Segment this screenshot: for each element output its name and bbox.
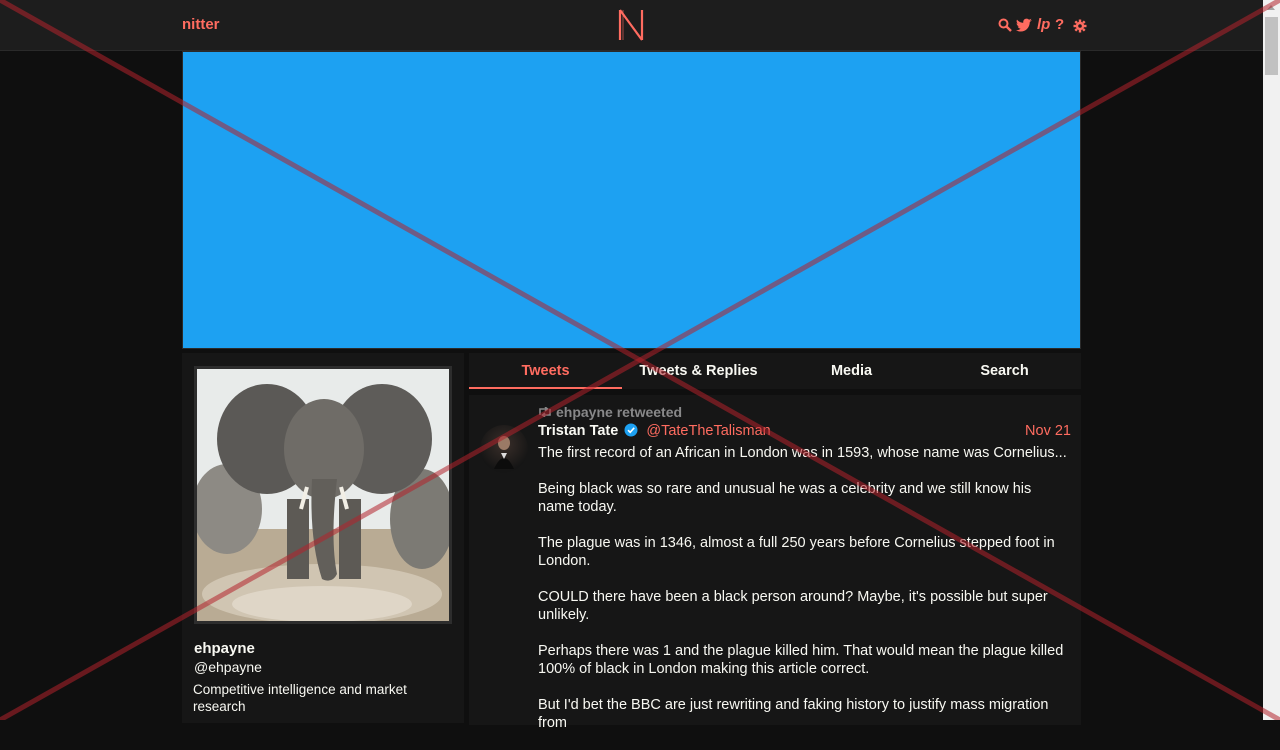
tweet-avatar[interactable] bbox=[480, 425, 528, 473]
nitter-logo-icon[interactable] bbox=[617, 8, 645, 42]
top-navbar: nitter lp ? bbox=[0, 0, 1263, 51]
elephant-avatar-image bbox=[197, 369, 449, 621]
tweet-date[interactable]: Nov 21 bbox=[1025, 423, 1071, 439]
retweet-icon bbox=[539, 407, 551, 417]
profile-fullname[interactable]: ehpayne bbox=[194, 640, 255, 657]
tweet-handle[interactable]: @TateTheTalisman bbox=[646, 423, 770, 439]
scroll-thumb[interactable] bbox=[1265, 17, 1278, 75]
retweet-header: ehpayne retweeted bbox=[538, 404, 682, 420]
tab-search[interactable]: Search bbox=[928, 353, 1081, 389]
tweet-paragraph: But I'd bet the BBC are just rewriting a… bbox=[538, 696, 1049, 732]
tab-tweets-replies[interactable]: Tweets & Replies bbox=[622, 353, 775, 389]
tweet-paragraph: The first record of an African in London… bbox=[538, 445, 1067, 461]
timeline: ehpayne retweeted Tristan Tate @TateTheT… bbox=[469, 395, 1081, 731]
gear-icon[interactable] bbox=[1073, 17, 1087, 33]
profile-avatar[interactable] bbox=[194, 366, 452, 624]
tweet-header: Tristan Tate @TateTheTalisman Nov 21 bbox=[538, 423, 1071, 441]
tweet-body: The first record of an African in London… bbox=[538, 444, 1070, 750]
retweet-label[interactable]: ehpayne retweeted bbox=[556, 404, 682, 420]
tweet-paragraph: The plague was in 1346, almost a full 25… bbox=[538, 534, 1055, 570]
search-icon[interactable] bbox=[998, 17, 1012, 33]
twitter-icon[interactable] bbox=[1016, 17, 1033, 33]
timeline-tabs: Tweets Tweets & Replies Media Search bbox=[469, 353, 1081, 389]
rss-icon[interactable]: lp bbox=[1037, 17, 1051, 33]
scroll-up-arrow-icon[interactable] bbox=[1267, 5, 1275, 10]
tab-media[interactable]: Media bbox=[775, 353, 928, 389]
tweet-paragraph: COULD there have been a black person aro… bbox=[538, 588, 1048, 624]
profile-username[interactable]: @ehpayne bbox=[194, 659, 262, 675]
nav-icon-bar: lp ? bbox=[998, 16, 1087, 34]
profile-card: ehpayne @ehpayne Competitive intelligenc… bbox=[182, 353, 464, 723]
tab-tweets[interactable]: Tweets bbox=[469, 353, 622, 389]
tweet-avatar-image bbox=[494, 436, 514, 469]
page-scrollbar[interactable] bbox=[1263, 0, 1280, 720]
tweet-paragraph: Perhaps there was 1 and the plague kille… bbox=[538, 642, 1064, 678]
brand-link[interactable]: nitter bbox=[182, 16, 220, 33]
profile-bio: Competitive intelligence and market rese… bbox=[193, 682, 407, 714]
tweet-paragraph: Being black was so rare and unusual he w… bbox=[538, 480, 1032, 516]
verified-badge-icon bbox=[624, 423, 638, 437]
help-icon[interactable]: ? bbox=[1055, 17, 1069, 33]
tweet-fullname[interactable]: Tristan Tate bbox=[538, 423, 618, 439]
profile-banner[interactable] bbox=[182, 51, 1081, 349]
